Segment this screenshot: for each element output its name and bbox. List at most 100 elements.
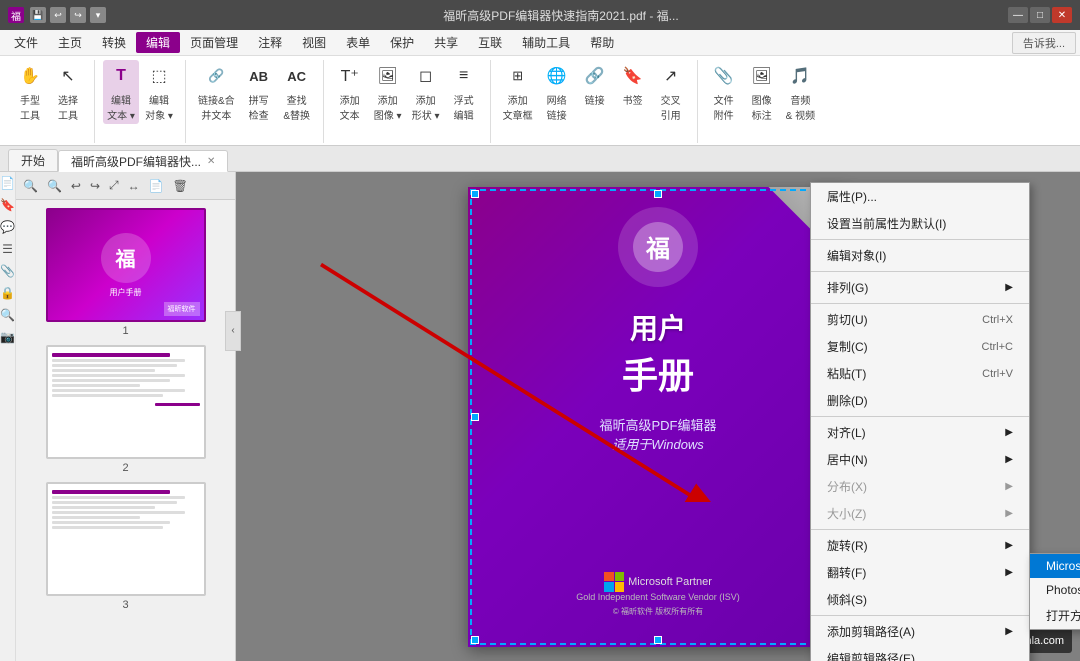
undo-icon[interactable]: ↩ xyxy=(50,7,66,23)
menu-protect[interactable]: 保护 xyxy=(380,32,424,53)
find-replace-button[interactable]: AC 查找&替换 xyxy=(279,60,315,124)
close-button[interactable]: ✕ xyxy=(1052,7,1072,23)
cross-ref-button[interactable]: ↗ 交叉引用 xyxy=(653,60,689,124)
partner-row: Microsoft Partner xyxy=(468,572,848,592)
ctx-distribute[interactable]: 分布(X) ▶ xyxy=(811,473,1029,500)
ctx-rotate[interactable]: 旋转(R) ▶ xyxy=(811,532,1029,559)
ctx-edit-object[interactable]: 编辑对象(I) xyxy=(811,242,1029,269)
delete-page-button[interactable]: 🗑 xyxy=(170,177,191,195)
link-icon: 🔗 xyxy=(581,62,609,90)
menu-connect[interactable]: 互联 xyxy=(468,32,512,53)
ctx-align[interactable]: 对齐(L) ▶ xyxy=(811,419,1029,446)
add-article-button[interactable]: ⊞ 添加文章框 xyxy=(499,60,537,124)
announce-button[interactable]: 告诉我... xyxy=(1012,32,1076,54)
ctx-flip[interactable]: 翻转(F) ▶ xyxy=(811,559,1029,586)
menu-edit[interactable]: 编辑 xyxy=(136,32,180,53)
tab-start[interactable]: 开始 xyxy=(8,149,58,171)
audio-video-button[interactable]: 🎵 音频& 视频 xyxy=(782,60,819,124)
tab-document[interactable]: 福昕高级PDF编辑器快... ✕ xyxy=(58,150,228,172)
menu-comment[interactable]: 注释 xyxy=(248,32,292,53)
ctx-paste[interactable]: 粘贴(T) Ctrl+V xyxy=(811,360,1029,387)
menu-share[interactable]: 共享 xyxy=(424,32,468,53)
ctx-skew[interactable]: 倾斜(S) xyxy=(811,586,1029,613)
ctx-center-label: 居中(N) xyxy=(827,451,868,468)
insert-page-button[interactable]: 📄 xyxy=(146,177,167,195)
add-text-button[interactable]: T⁺ 添加文本 xyxy=(332,60,368,124)
width-button[interactable]: ↔ xyxy=(125,177,143,195)
handle-tm[interactable] xyxy=(654,190,662,198)
sidebar-scan-icon[interactable]: 📷 xyxy=(0,330,15,344)
save-icon[interactable]: 💾 xyxy=(30,7,46,23)
image-annotation-button[interactable]: 🖼 图像标注 xyxy=(744,60,780,124)
rotate-right-button[interactable]: ↪ xyxy=(87,177,103,195)
menu-assist[interactable]: 辅助工具 xyxy=(512,32,580,53)
add-image-button[interactable]: 🖼 添加图像 ▾ xyxy=(370,60,406,124)
ctx-delete[interactable]: 删除(D) xyxy=(811,387,1029,414)
add-shape-label: 添加形状 ▾ xyxy=(412,92,440,122)
bookmark-button[interactable]: 🔖 书签 xyxy=(615,60,651,109)
sidebar-attach-icon[interactable]: 📎 xyxy=(0,264,15,278)
tab-close-button[interactable]: ✕ xyxy=(207,156,215,167)
maximize-button[interactable]: □ xyxy=(1030,7,1050,23)
ctx-cut-shortcut: Ctrl+X xyxy=(982,314,1013,326)
menu-form[interactable]: 表单 xyxy=(336,32,380,53)
menu-page-management[interactable]: 页面管理 xyxy=(180,32,248,53)
rotate-left-button[interactable]: ↩ xyxy=(68,177,84,195)
menu-help[interactable]: 帮助 xyxy=(580,32,624,53)
sidebar-bookmark-icon[interactable]: 🔖 xyxy=(0,198,15,212)
ctx-add-clip[interactable]: 添加剪辑路径(A) ▶ xyxy=(811,618,1029,645)
submenu-ms-paint[interactable]: Microsoft Paint xyxy=(1030,554,1080,578)
spellcheck-button[interactable]: AB 拼写检查 xyxy=(241,60,277,124)
zoom-out-button[interactable]: 🔍 xyxy=(20,177,41,195)
web-link-button[interactable]: 🌐 网络链接 xyxy=(539,60,575,124)
fit-button[interactable]: ⤢ xyxy=(106,176,122,195)
thumbnail-page-1[interactable]: 福 用户手册 福昕软件 1 xyxy=(24,208,227,337)
ctx-rotate-label: 旋转(R) xyxy=(827,537,868,554)
minimize-button[interactable]: — xyxy=(1008,7,1028,23)
edit-text-button[interactable]: T 编辑文本 ▾ xyxy=(103,60,139,124)
hand-tool-button[interactable]: ✋ 手型工具 xyxy=(12,60,48,124)
ctx-set-default[interactable]: 设置当前属性为默认(I) xyxy=(811,210,1029,237)
collapse-panel-button[interactable]: ‹ xyxy=(225,311,241,351)
thumbnail-panel: 🔍 🔍 ↩ ↪ ⤢ ↔ 📄 🗑 福 用户手册 福昕软件 1 xyxy=(16,172,236,661)
submenu-photoshop[interactable]: Photoshop xyxy=(1030,578,1080,602)
sidebar-layers-icon[interactable]: ☰ xyxy=(2,242,13,256)
thumbnail-list: 福 用户手册 福昕软件 1 xyxy=(16,200,235,661)
handle-tl[interactable] xyxy=(471,190,479,198)
menu-home[interactable]: 主页 xyxy=(48,32,92,53)
zoom-in-button[interactable]: 🔍 xyxy=(44,177,65,195)
ctx-properties[interactable]: 属性(P)... xyxy=(811,183,1029,210)
link-button[interactable]: 🔗 链接 xyxy=(577,60,613,109)
handle-bm[interactable] xyxy=(654,636,662,644)
menu-convert[interactable]: 转换 xyxy=(92,32,136,53)
thumbnail-page-3[interactable]: 3 xyxy=(24,482,227,611)
submenu-open-with[interactable]: 打开方式(P)... xyxy=(1030,602,1080,629)
handle-bl[interactable] xyxy=(471,636,479,644)
link-merge-button[interactable]: 🔗 链接&合并文本 xyxy=(194,60,239,124)
tab-start-label: 开始 xyxy=(21,152,45,169)
floating-edit-button[interactable]: ≡ 浮式编辑 xyxy=(446,60,482,124)
dropdown-icon[interactable]: ▾ xyxy=(90,7,106,23)
ctx-copy[interactable]: 复制(C) Ctrl+C xyxy=(811,333,1029,360)
file-attachment-button[interactable]: 📎 文件附件 xyxy=(706,60,742,124)
thumbnail-label-3: 3 xyxy=(122,599,128,611)
thumbnail-page-2[interactable]: 2 xyxy=(24,345,227,474)
redo-icon[interactable]: ↪ xyxy=(70,7,86,23)
sidebar-search-icon[interactable]: 🔍 xyxy=(0,308,15,322)
ctx-center[interactable]: 居中(N) ▶ xyxy=(811,446,1029,473)
sidebar-lock-icon[interactable]: 🔒 xyxy=(0,286,15,300)
add-image-label: 添加图像 ▾ xyxy=(374,92,402,122)
select-tool-button[interactable]: ↖ 选择工具 xyxy=(50,60,86,124)
edit-object-button[interactable]: ⬚ 编辑对象 ▾ xyxy=(141,60,177,124)
ctx-cut[interactable]: 剪切(U) Ctrl+X xyxy=(811,306,1029,333)
menu-file[interactable]: 文件 xyxy=(4,32,48,53)
ctx-edit-clip[interactable]: 编辑剪辑路径(E) xyxy=(811,645,1029,661)
sidebar-page-icon[interactable]: 📄 xyxy=(0,176,15,190)
sidebar-comment-icon[interactable]: 💬 xyxy=(0,220,15,234)
ctx-arrange[interactable]: 排列(G) ▶ xyxy=(811,274,1029,301)
add-shape-button[interactable]: ◻ 添加形状 ▾ xyxy=(408,60,444,124)
menu-view[interactable]: 视图 xyxy=(292,32,336,53)
add-text-icon: T⁺ xyxy=(336,62,364,90)
ctx-size[interactable]: 大小(Z) ▶ xyxy=(811,500,1029,527)
ribbon-group-media: 📎 文件附件 🖼 图像标注 🎵 音频& 视频 xyxy=(702,60,827,143)
